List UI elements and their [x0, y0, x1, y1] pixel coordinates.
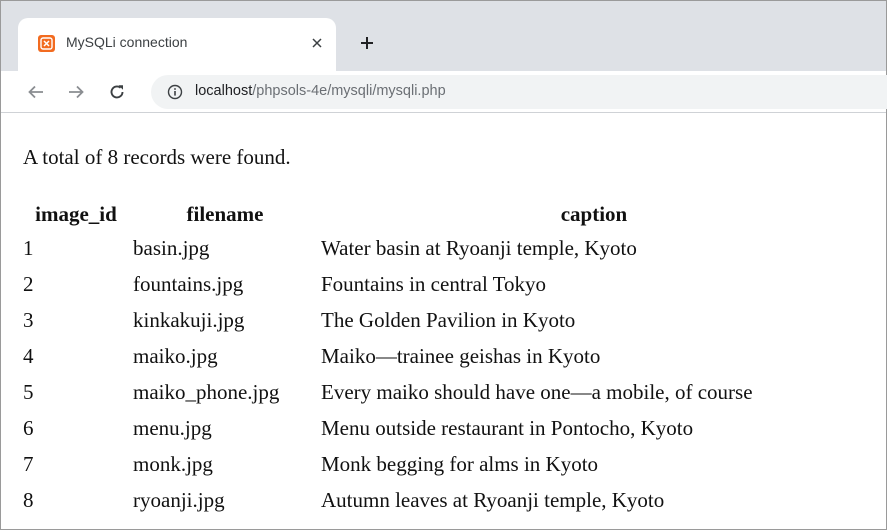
address-bar[interactable]: localhost/phpsols-4e/mysqli/mysqli.php — [151, 75, 887, 109]
cell-filename: kinkakuji.jpg — [133, 308, 245, 332]
cell-image-id: 5 — [23, 380, 34, 404]
column-header-filename: filename — [186, 202, 264, 226]
browser-toolbar: localhost/phpsols-4e/mysqli/mysqli.php — [1, 71, 887, 113]
cell-caption: Autumn leaves at Ryoanji temple, Kyoto — [321, 488, 665, 512]
cell-image-id: 1 — [23, 236, 34, 260]
reload-icon[interactable] — [104, 79, 130, 105]
cell-image-id: 4 — [23, 344, 34, 368]
tab-title: MySQLi connection — [66, 34, 188, 50]
table-row: 1 basin.jpg Water basin at Ryoanji templ… — [21, 236, 869, 272]
cell-image-id: 6 — [23, 416, 34, 440]
cell-filename: maiko.jpg — [133, 344, 218, 368]
info-circle-icon[interactable] — [167, 84, 183, 100]
table-row: 7 monk.jpg Monk begging for alms in Kyot… — [21, 452, 869, 488]
cell-filename: basin.jpg — [133, 236, 210, 260]
table-row: 2 fountains.jpg Fountains in central Tok… — [21, 272, 869, 308]
close-tab-icon[interactable] — [307, 33, 327, 53]
cell-caption: Maiko—trainee geishas in Kyoto — [321, 344, 601, 368]
cell-filename: monk.jpg — [133, 452, 213, 476]
url-path: /phpsols-4e/mysqli/mysqli.php — [252, 83, 446, 99]
tab-strip: MySQLi connection — [1, 1, 886, 71]
cell-image-id: 3 — [23, 308, 34, 332]
records-table: image_id filename caption 1 basin.jpg Wa… — [21, 202, 869, 524]
url-text[interactable]: localhost/phpsols-4e/mysqli/mysqli.php — [195, 83, 446, 99]
cell-caption: Menu outside restaurant in Pontocho, Kyo… — [321, 416, 694, 440]
page-content: A total of 8 records were found. image_i… — [1, 114, 886, 530]
arrow-left-icon[interactable] — [23, 79, 49, 105]
cell-filename: ryoanji.jpg — [133, 488, 225, 512]
table-row: 8 ryoanji.jpg Autumn leaves at Ryoanji t… — [21, 488, 869, 524]
cell-filename: fountains.jpg — [133, 272, 244, 296]
cell-image-id: 2 — [23, 272, 34, 296]
table-row: 6 menu.jpg Menu outside restaurant in Po… — [21, 416, 869, 452]
arrow-right-icon[interactable] — [63, 79, 89, 105]
cell-caption: Water basin at Ryoanji temple, Kyoto — [321, 236, 637, 260]
cell-image-id: 7 — [23, 452, 34, 476]
cell-caption: Monk begging for alms in Kyoto — [321, 452, 599, 476]
url-host: localhost — [195, 83, 253, 99]
table-row: 5 maiko_phone.jpg Every maiko should hav… — [21, 380, 869, 416]
cell-caption: The Golden Pavilion in Kyoto — [321, 308, 576, 332]
table-row: 3 kinkakuji.jpg The Golden Pavilion in K… — [21, 308, 869, 344]
tab-mysqli-connection[interactable]: MySQLi connection — [18, 18, 336, 71]
xampp-logo-icon — [38, 35, 55, 52]
table-row: 4 maiko.jpg Maiko—trainee geishas in Kyo… — [21, 344, 869, 380]
cell-caption: Every maiko should have one—a mobile, of… — [321, 380, 753, 404]
cell-filename: menu.jpg — [133, 416, 212, 440]
new-tab-plus-icon[interactable] — [355, 31, 379, 55]
records-summary: A total of 8 records were found. — [23, 145, 291, 169]
table-header-row: image_id filename caption — [21, 202, 869, 236]
column-header-caption: caption — [560, 202, 628, 226]
cell-filename: maiko_phone.jpg — [133, 380, 280, 404]
browser-window: MySQLi connection localhost/phpsols-4e/m… — [0, 0, 887, 530]
column-header-image-id: image_id — [35, 202, 117, 226]
cell-caption: Fountains in central Tokyo — [321, 272, 547, 296]
cell-image-id: 8 — [23, 488, 34, 512]
